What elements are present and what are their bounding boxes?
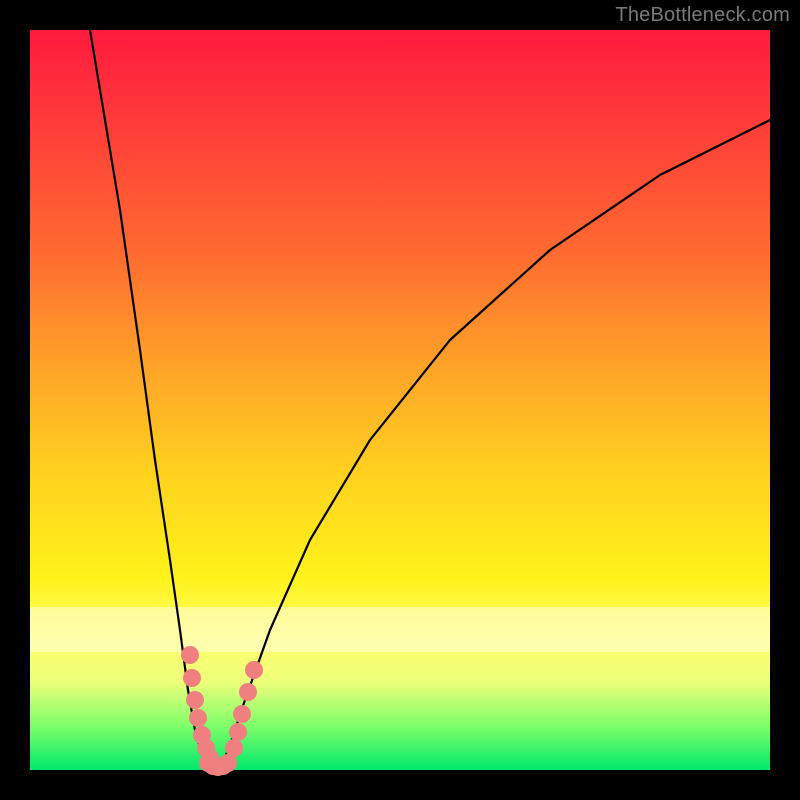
marker-right-cluster	[229, 723, 247, 741]
marker-left-cluster	[183, 669, 201, 687]
marker-right-cluster	[245, 661, 263, 679]
marker-left-cluster	[189, 709, 207, 727]
marker-right-cluster	[233, 705, 251, 723]
markers-group	[181, 646, 263, 776]
marker-right-cluster	[239, 683, 257, 701]
plot-area	[30, 30, 770, 770]
watermark-text: TheBottleneck.com	[615, 4, 790, 27]
marker-right-cluster	[225, 739, 243, 757]
chart-outer-frame: TheBottleneck.com	[0, 0, 800, 800]
marker-left-cluster	[186, 691, 204, 709]
marker-left-cluster	[181, 646, 199, 664]
series-right-curve	[222, 120, 770, 765]
curves-svg	[30, 30, 770, 770]
